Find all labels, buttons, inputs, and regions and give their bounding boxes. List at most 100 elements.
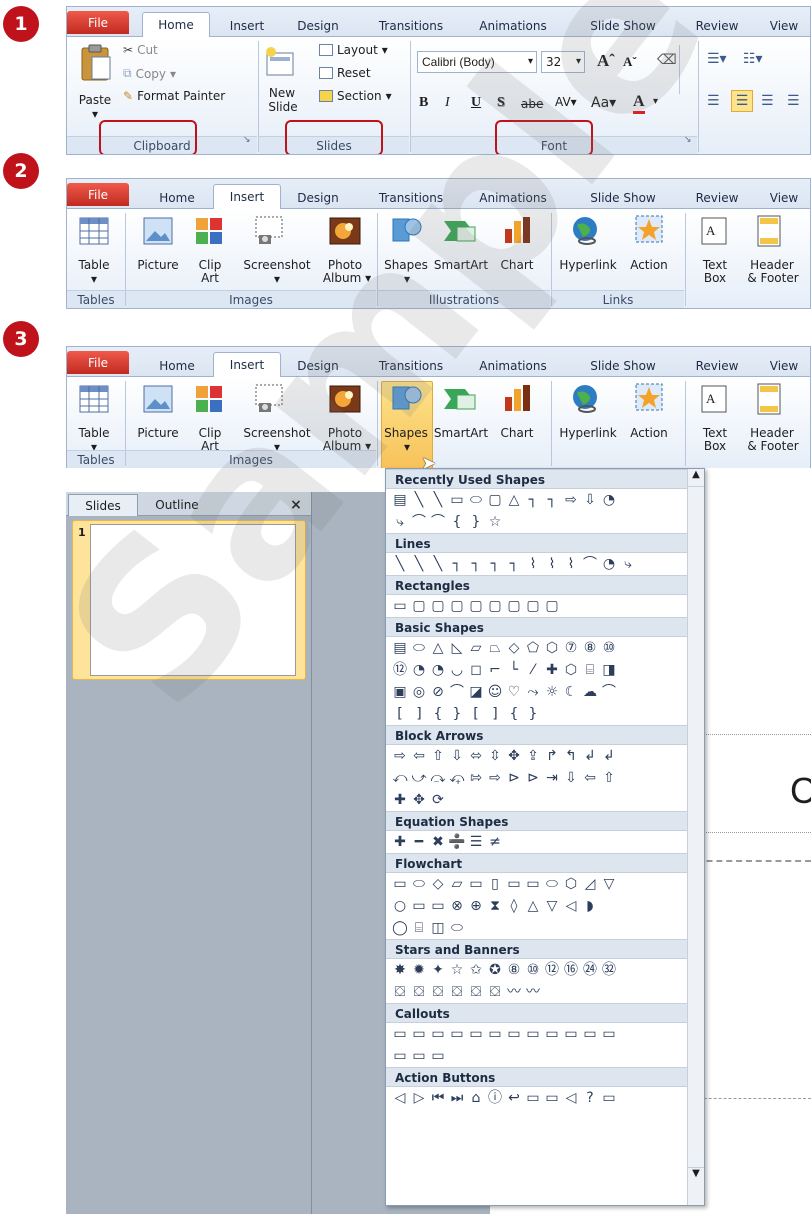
shape-icon[interactable]: ☼	[543, 683, 561, 701]
shape-icon[interactable]: ⤺	[391, 769, 409, 787]
shape-icon[interactable]: ⬭	[467, 491, 485, 509]
shape-icon[interactable]: ⑩	[524, 961, 542, 979]
slide-thumbnail[interactable]	[90, 524, 296, 676]
shape-icon[interactable]: ▭	[391, 1025, 409, 1043]
shape-icon[interactable]: ⇥	[543, 769, 561, 787]
shape-icon[interactable]: ⇪	[524, 747, 542, 765]
shape-icon[interactable]: ⊕	[467, 897, 485, 915]
shape-icon[interactable]: ⬄	[467, 747, 485, 765]
shape-icon[interactable]: ◁	[391, 1089, 409, 1107]
shape-icon[interactable]: ✚	[391, 791, 409, 809]
new-slide-label-2[interactable]: Slide	[261, 101, 305, 114]
shape-icon[interactable]: ➗	[448, 833, 466, 851]
shape-icon[interactable]: ▭	[410, 1025, 428, 1043]
shape-icon[interactable]: ┐	[467, 555, 485, 573]
shapes-icon[interactable]	[391, 215, 423, 247]
shape-icon[interactable]: ⇳	[486, 747, 504, 765]
font-size-combo[interactable]: 32 ▾	[541, 51, 585, 73]
tab-file[interactable]: File	[67, 351, 129, 374]
shapes-icon[interactable]	[391, 383, 423, 415]
shape-icon[interactable]: ⊘	[429, 683, 447, 701]
shape-icon[interactable]: ◗	[581, 897, 599, 915]
underline-button[interactable]: U	[471, 95, 481, 111]
tab-insert[interactable]: Insert	[213, 352, 281, 378]
tab-file[interactable]: File	[67, 11, 129, 34]
hyperlink-icon[interactable]	[569, 215, 603, 247]
shape-icon[interactable]: ⤼	[429, 769, 447, 787]
font-launcher-icon[interactable]: ↘	[684, 135, 692, 145]
shape-icon[interactable]: ┐	[524, 491, 542, 509]
shape-icon[interactable]: ◔	[429, 661, 447, 679]
photo-album-label-2[interactable]: Album ▾	[317, 272, 377, 285]
tab-animations[interactable]: Animations	[467, 186, 559, 209]
shape-icon[interactable]: ▭	[486, 1025, 504, 1043]
font-name-combo[interactable]: Calibri (Body) ▾	[417, 51, 537, 73]
shape-icon[interactable]: ▷	[410, 1089, 428, 1107]
shape-icon[interactable]: ⌇	[524, 555, 542, 573]
shape-icon[interactable]: ▢	[467, 597, 485, 615]
shape-icon[interactable]: ▢	[410, 597, 428, 615]
shape-icon[interactable]: ⏭	[448, 1089, 466, 1107]
smartart-icon[interactable]	[443, 217, 477, 245]
tab-transitions[interactable]: Transitions	[367, 354, 455, 377]
shape-icon[interactable]: ⬭	[543, 875, 561, 893]
smartart-icon[interactable]	[443, 385, 477, 413]
shape-icon[interactable]: ⌒	[429, 513, 447, 531]
shape-icon[interactable]: ⛋	[410, 983, 428, 1001]
shape-icon[interactable]: ┐	[486, 555, 504, 573]
new-slide-icon[interactable]	[265, 47, 295, 77]
shape-icon[interactable]: ▭	[524, 1025, 542, 1043]
change-case-button[interactable]: Aa▾	[591, 95, 616, 111]
shape-icon[interactable]: ✥	[410, 791, 428, 809]
tab-slides[interactable]: Slides	[68, 494, 138, 516]
shape-icon[interactable]: }	[448, 705, 466, 723]
shape-icon[interactable]: ▢	[486, 597, 504, 615]
shape-icon[interactable]: ⬡	[562, 661, 580, 679]
table-icon[interactable]	[79, 217, 109, 245]
shape-icon[interactable]: ━	[410, 833, 428, 851]
shape-icon[interactable]: ♡	[505, 683, 523, 701]
smartart-button[interactable]: SmartArt	[431, 259, 491, 272]
justify-icon[interactable]: ☰	[787, 93, 800, 109]
shape-icon[interactable]: ▭	[410, 1047, 428, 1065]
shape-icon[interactable]: ⌒	[448, 683, 466, 701]
shape-icon[interactable]: ⛋	[467, 983, 485, 1001]
smartart-button[interactable]: SmartArt	[431, 427, 491, 440]
shape-icon[interactable]: ⛋	[391, 983, 409, 1001]
shape-icon[interactable]: ⇨	[391, 747, 409, 765]
slide-title-text[interactable]: C	[790, 770, 811, 812]
shape-icon[interactable]: ▭	[448, 1025, 466, 1043]
grow-font-icon[interactable]: Aˆ	[597, 51, 615, 71]
screenshot-icon[interactable]	[253, 215, 285, 247]
shape-icon[interactable]: ◪	[467, 683, 485, 701]
tab-file[interactable]: File	[67, 183, 129, 206]
reset-button[interactable]: Reset	[319, 66, 371, 80]
shape-icon[interactable]: ㉔	[581, 961, 599, 979]
table-button[interactable]: Table	[73, 259, 115, 272]
shape-icon[interactable]: ▭	[448, 491, 466, 509]
numbering-icon[interactable]: ☷▾	[743, 51, 763, 67]
shape-icon[interactable]: ⏢	[486, 639, 504, 657]
picture-button[interactable]: Picture	[133, 427, 183, 440]
shape-icon[interactable]: ☺	[486, 683, 504, 701]
shape-icon[interactable]: ⇦	[581, 769, 599, 787]
shape-icon[interactable]: ╲	[391, 555, 409, 573]
shape-icon[interactable]: ▢	[486, 491, 504, 509]
bold-button[interactable]: B	[419, 95, 428, 111]
shapes-dropdown-icon[interactable]: ▾	[401, 273, 413, 286]
shape-icon[interactable]: ⌸	[410, 919, 428, 937]
shape-icon[interactable]: ▭	[429, 897, 447, 915]
paste-icon[interactable]	[79, 43, 113, 83]
tab-home[interactable]: Home	[147, 186, 207, 209]
shape-icon[interactable]: └	[505, 661, 523, 679]
tab-slide-show[interactable]: Slide Show	[577, 14, 669, 37]
shape-icon[interactable]: 〰	[505, 983, 523, 1001]
shape-icon[interactable]: }	[524, 705, 542, 723]
shape-icon[interactable]: ⌒	[600, 683, 618, 701]
tab-insert[interactable]: Insert	[213, 184, 281, 210]
new-slide-label-1[interactable]: New	[262, 87, 302, 100]
action-button[interactable]: Action	[621, 427, 677, 440]
shape-icon[interactable]: ✩	[467, 961, 485, 979]
align-right-icon[interactable]: ☰	[761, 93, 774, 109]
shape-icon[interactable]: ✸	[391, 961, 409, 979]
